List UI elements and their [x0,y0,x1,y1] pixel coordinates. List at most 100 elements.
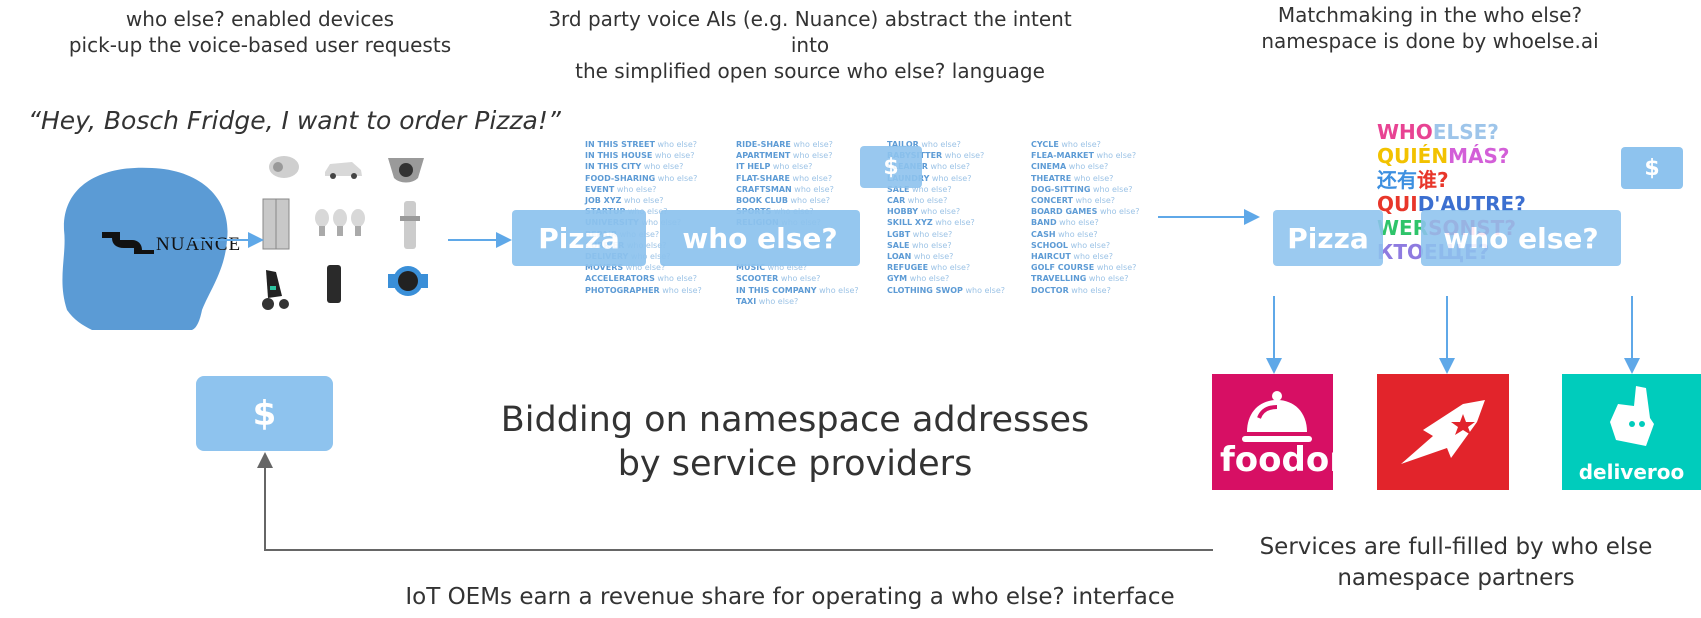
namespace-entry-label: IN THIS COMPANY [736,285,817,295]
namespace-entry: BOOK CLUB who else? [736,195,859,206]
namespace-entry-label: SCOOTER [736,274,779,284]
namespace-entry: THEATRE who else? [1031,173,1139,184]
namespace-entry: IN THIS HOUSE who else? [585,150,702,161]
namespace-entry: CYCLE who else? [1031,139,1139,150]
namespace-entry: IN THIS STREET who else? [585,139,702,150]
namespace-entry: SCHOOL who else? [1031,240,1139,251]
namespace-entry-suffix: who else? [641,162,684,172]
namespace-entry-suffix: who else? [907,274,950,284]
match-pizza-button[interactable]: Pizza [1273,210,1383,266]
namespace-entry: IT HELP who else? [736,161,859,172]
dollar-revenue-button[interactable]: $ [196,376,333,451]
namespace-entry-label: CLOTHING SWOP [887,285,963,295]
namespace-entry-suffix: who else? [659,285,702,295]
namespace-entry-suffix: who else? [621,196,664,206]
cloche-icon [1242,391,1312,442]
namespace-entry-suffix: who else? [1055,229,1098,239]
namespace-entry-label: IN THIS STREET [585,140,655,149]
namespace-entry-label: JOB XYZ [585,196,622,206]
namespace-entry-label: THEATRE [1031,173,1072,183]
caption-services: Services are full-filled by who else nam… [1259,534,1653,591]
namespace-entry-suffix: who else? [910,229,953,239]
namespace-entry-suffix: who else? [791,184,834,194]
namespace-entry: HOBBY who else? [887,206,1005,217]
namespace-entry-label: HAIRCUT [1031,252,1071,262]
namespace-entry: SKILL XYZ who else? [887,217,1005,228]
namespace-entry-label: LOAN [887,252,912,262]
namespace-entry-suffix: who else? [942,151,985,161]
namespace-entry: REFUGEE who else? [887,262,1005,273]
namespace-entry-label: SCHOOL [1031,240,1069,250]
rocket-star-icon [1401,400,1485,464]
namespace-entry: FLAT-SHARE who else? [736,173,859,184]
namespace-entry-suffix: who else? [652,151,695,161]
language-line-part-a: КТО [1377,240,1424,264]
namespace-entry-label: IN THIS HOUSE [585,151,653,161]
intent-pizza-button[interactable]: Pizza [512,210,646,266]
namespace-entry: GOLF COURSE who else? [1031,262,1139,273]
namespace-entry: CONCERT who else? [1031,195,1139,206]
lieferando-logo[interactable] [1377,374,1509,490]
namespace-entry-label: CYCLE [1031,140,1059,149]
namespace-entry-label: SALE [887,240,910,250]
namespace-entry-suffix: who else? [1066,162,1109,172]
language-line: WHOELSE? [1377,120,1567,144]
deliveroo-logo[interactable]: deliveroo [1562,374,1701,490]
namespace-column-4: CYCLE who else? FLEA-MARKET who else? CINE… [1031,139,1139,296]
namespace-entry-label: CAR [887,196,906,206]
namespace-entry: CAR who else? [887,195,1005,206]
namespace-entry: DOG-SITTING who else? [1031,184,1139,195]
namespace-entry-label: CASH [1031,229,1056,239]
namespace-entry: FLEA-MARKET who else? [1031,150,1139,161]
namespace-entry-suffix: who else? [790,173,833,183]
namespace-entry-label: HOBBY [887,207,919,217]
namespace-entry: CINEMA who else? [1031,161,1139,172]
namespace-entry-suffix: who else? [1086,274,1129,284]
namespace-entry: GYM who else? [887,273,1005,284]
namespace-entry: APARTMENT who else? [736,150,859,161]
namespace-entry-suffix: who else? [927,162,971,172]
namespace-entry: LGBT who else? [887,229,1005,240]
namespace-entry: SCOOTER who else? [736,273,859,284]
dollar-bid-button-top[interactable]: $ [860,146,922,188]
dollar-bid-button-right[interactable]: $ [1621,147,1683,189]
namespace-entry-suffix: who else? [655,173,698,183]
namespace-entry: IN THIS CITY who else? [585,161,702,172]
namespace-entry-suffix: who else? [778,274,821,284]
namespace-entry-suffix: who else? [1068,285,1111,295]
namespace-entry-label: REFUGEE [887,263,929,273]
namespace-entry-label: GYM [887,274,908,284]
namespace-entry-suffix: who else? [770,162,813,172]
namespace-entry: IN THIS COMPANY who else? [736,285,859,296]
namespace-entry-suffix: who else? [790,140,833,149]
namespace-entry-label: FLAT-SHARE [736,173,791,183]
intent-who-else-button[interactable]: who else? [660,210,860,266]
language-line: 还有谁? [1377,168,1567,192]
namespace-entry-label: ACCELERATORS [585,274,655,284]
namespace-entry: EVENT who else? [585,184,702,195]
namespace-entry: CASH who else? [1031,229,1139,240]
namespace-entry: TRAVELLING who else? [1031,273,1139,284]
namespace-entry-suffix: who else? [787,196,831,206]
foodora-logo[interactable]: foodora [1212,374,1333,490]
namespace-entry-suffix: who else? [905,196,948,206]
language-line: QUIÉNMÁS? [1377,144,1567,168]
namespace-entry-suffix: who else? [654,274,697,284]
namespace-entry-suffix: who else? [962,285,1005,295]
namespace-entry-suffix: who else? [654,140,697,149]
namespace-entry-suffix: who else? [928,263,971,273]
match-who-else-button[interactable]: who else? [1421,210,1621,266]
language-line-part-a: QUIÉN [1377,144,1449,168]
namespace-entry-label: RIDE-SHARE [736,140,791,149]
namespace-entry-label: TRAVELLING [1031,274,1087,284]
namespace-entry-suffix: who else? [909,240,952,250]
namespace-entry-suffix: who else? [918,140,961,149]
namespace-entry: JOB XYZ who else? [585,195,702,206]
namespace-entry-suffix: who else? [1071,173,1114,183]
namespace-entry: SALE who else? [887,240,1005,251]
namespace-entry-label: IT HELP [736,162,771,172]
namespace-entry: FOOD-SHARING who else? [585,173,702,184]
namespace-entry-label: DOG-SITTING [1031,184,1091,194]
namespace-entry: HAIRCUT who else? [1031,251,1139,262]
namespace-entry: BOARD GAMES who else? [1031,206,1139,217]
